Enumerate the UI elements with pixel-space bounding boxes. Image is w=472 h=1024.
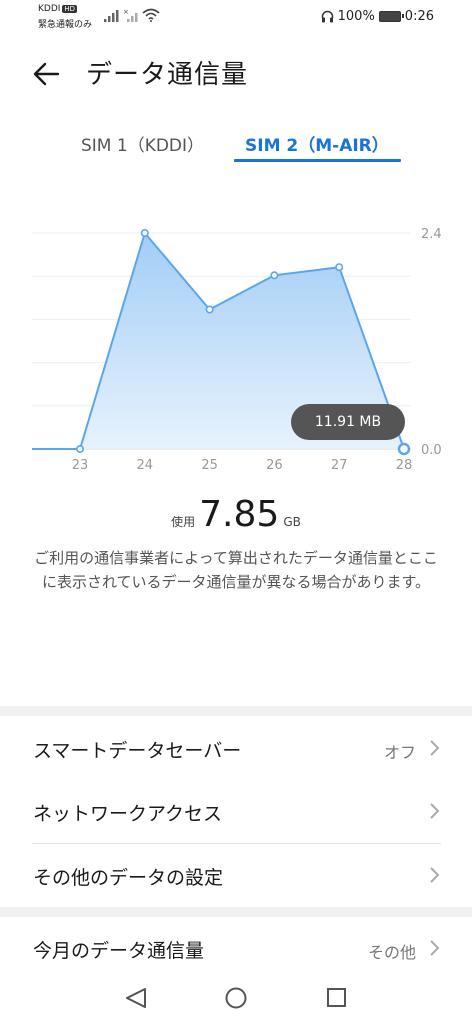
tab-sim1[interactable]: SIM 1（KDDI） bbox=[81, 131, 204, 156]
chart-x-tick-label: 25 bbox=[201, 458, 218, 473]
chevron-right-icon bbox=[430, 940, 440, 956]
monthly-usage-label: 今月のデータ通信量 bbox=[33, 940, 205, 962]
chart-y-tick-label: 0.0 bbox=[421, 443, 442, 458]
emergency-only-label: 緊急通報のみ bbox=[38, 20, 93, 30]
usage-summary: 使用 7.85 GB bbox=[0, 494, 472, 535]
no-signal-icon: × bbox=[123, 8, 138, 22]
chevron-right-icon bbox=[430, 803, 440, 819]
chart-point bbox=[335, 263, 344, 272]
tab-sim2[interactable]: SIM 2（M-AIR） bbox=[245, 131, 389, 156]
tab-indicator bbox=[234, 159, 401, 162]
smart-data-saver-row[interactable]: スマートデータセーバー オフ bbox=[0, 718, 472, 778]
carrier-name: KDDI HD bbox=[38, 4, 78, 14]
wifi-icon bbox=[142, 8, 160, 22]
battery-icon bbox=[378, 11, 404, 22]
row-divider bbox=[32, 843, 441, 844]
clock: 0:26 bbox=[404, 9, 434, 24]
chart-point bbox=[140, 229, 149, 238]
chart-point bbox=[270, 271, 279, 280]
back-arrow-icon[interactable] bbox=[28, 56, 64, 92]
carrier-label: KDDI bbox=[38, 4, 61, 14]
section-divider bbox=[0, 706, 472, 716]
smart-data-saver-value: オフ bbox=[383, 743, 416, 762]
system-nav-bar bbox=[0, 976, 472, 1024]
usage-chart: 23 24 25 26 27 28 2.4 0.0 bbox=[32, 227, 442, 473]
section-divider bbox=[0, 907, 472, 917]
battery-percent: 100% bbox=[337, 9, 375, 24]
chart-x-tick-label: 24 bbox=[137, 458, 154, 473]
usage-label: 使用 bbox=[171, 515, 196, 529]
usage-value: 7.85 bbox=[199, 494, 280, 535]
chart-x-tick-label: 26 bbox=[266, 458, 283, 473]
network-access-label: ネットワークアクセス bbox=[33, 803, 223, 825]
other-data-settings-label: その他のデータの設定 bbox=[33, 867, 224, 889]
chart-x-tick-label: 27 bbox=[331, 458, 348, 473]
smart-data-saver-label: スマートデータセーバー bbox=[33, 740, 242, 762]
usage-unit: GB bbox=[283, 515, 301, 529]
signal-icon bbox=[104, 10, 119, 22]
chart-x-tick-label: 23 bbox=[72, 458, 89, 473]
page-title: データ通信量 bbox=[86, 60, 249, 90]
signal-icons: × bbox=[104, 8, 160, 22]
svg-text:×: × bbox=[123, 8, 129, 16]
network-access-row[interactable]: ネットワークアクセス bbox=[0, 781, 472, 841]
status-right: 100% 0:26 bbox=[321, 9, 434, 24]
usage-tooltip: 11.91 MB bbox=[291, 404, 405, 440]
chart-point bbox=[205, 305, 214, 314]
monthly-usage-value: その他 bbox=[367, 943, 416, 962]
chevron-right-icon bbox=[430, 867, 440, 883]
monthly-usage-row[interactable]: 今月のデータ通信量 その他 bbox=[0, 918, 472, 978]
chart-point bbox=[76, 444, 85, 453]
headphones-icon bbox=[321, 10, 333, 23]
chart-x-tick-label: 28 bbox=[396, 458, 413, 473]
usage-disclaimer: ご利用の通信事業者によって算出されたデータ通信量とここに表示されているデータ通信… bbox=[34, 549, 438, 591]
chart-point bbox=[397, 442, 411, 456]
other-data-settings-row[interactable]: その他のデータの設定 bbox=[0, 845, 472, 905]
chart-y-tick-label: 2.4 bbox=[421, 227, 442, 242]
chevron-right-icon bbox=[430, 740, 440, 756]
hd-badge: HD bbox=[62, 5, 78, 13]
